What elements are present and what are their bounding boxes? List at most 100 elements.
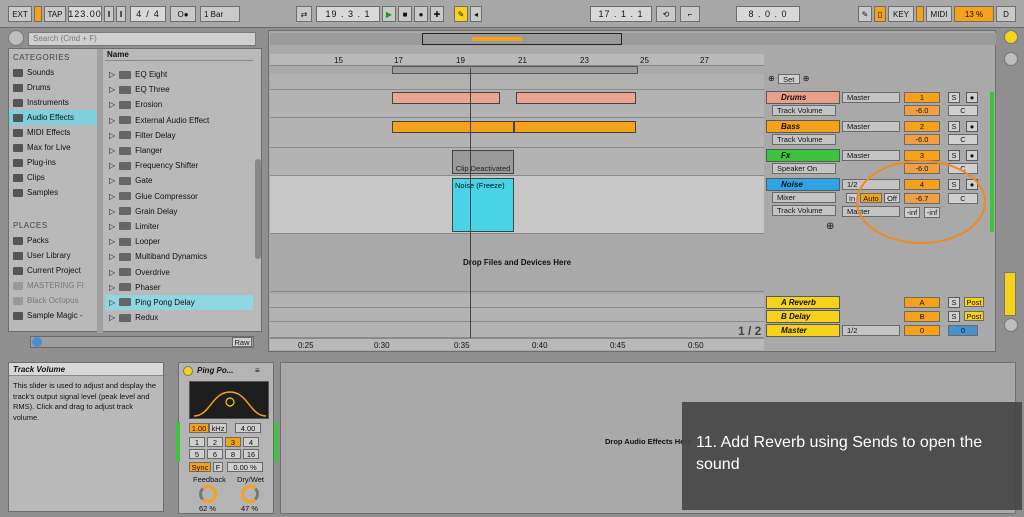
expand-icon[interactable]: ▷ — [109, 70, 115, 79]
beat-division-8[interactable]: 8 — [225, 449, 241, 459]
browser-toggle-icon[interactable] — [8, 30, 24, 46]
noise-lane[interactable] — [270, 176, 764, 234]
arm-button[interactable]: ● — [966, 121, 978, 132]
list-item[interactable]: ▷ External Audio Effect — [105, 113, 253, 128]
tempo-field[interactable]: 123.00 — [68, 6, 102, 22]
category-midi-effects[interactable]: MIDI Effects — [9, 125, 97, 140]
browser-splitter[interactable] — [97, 49, 103, 333]
beat-division-4[interactable]: 4 — [243, 437, 259, 447]
list-item[interactable]: ▷ Erosion — [105, 97, 253, 112]
record-icon[interactable]: ● — [414, 6, 428, 22]
expand-icon[interactable]: ▷ — [109, 207, 115, 216]
category-sounds[interactable]: Sounds — [9, 65, 97, 80]
category-max-for-live[interactable]: Max for Live — [9, 140, 97, 155]
list-item[interactable]: ▷ Multiband Dynamics — [105, 249, 253, 264]
track-activator[interactable]: A — [904, 297, 940, 308]
overview-toggle-icon[interactable] — [1004, 30, 1018, 44]
noise-freeze-clip[interactable]: Noise (Freeze) — [452, 178, 514, 232]
tap-tempo-button[interactable]: TAP — [44, 6, 66, 22]
arm-button[interactable]: ● — [966, 92, 978, 103]
category-samples[interactable]: Samples — [9, 185, 97, 200]
track-header-a-reverb[interactable]: A Reverb — [766, 296, 840, 309]
expand-icon[interactable]: ▷ — [109, 131, 115, 140]
reverb-return-lane[interactable] — [270, 294, 764, 308]
ext-sync-button[interactable]: EXT — [8, 6, 32, 22]
track-header-master[interactable]: Master — [766, 324, 840, 337]
stop-icon[interactable]: ■ — [398, 6, 412, 22]
place-mastering[interactable]: MASTERING FI — [9, 278, 97, 293]
track-header-fx[interactable]: Fx — [766, 149, 840, 162]
beat-division-5[interactable]: 5 — [189, 449, 205, 459]
track-activator[interactable]: B — [904, 311, 940, 322]
solo-button[interactable]: S — [948, 121, 960, 132]
list-item[interactable]: ▷ Looper — [105, 234, 253, 249]
preview-icon[interactable] — [32, 337, 42, 347]
expand-icon[interactable]: ▷ — [109, 283, 115, 292]
automation-arm-icon[interactable]: ✎ — [454, 6, 468, 22]
track-header-bass[interactable]: Bass — [766, 120, 840, 133]
expand-icon[interactable]: ▷ — [109, 85, 115, 94]
place-black-octopus[interactable]: Black Octopus — [9, 293, 97, 308]
output-routing[interactable]: Master — [842, 92, 900, 103]
freeze-button[interactable]: F — [213, 462, 223, 472]
list-item[interactable]: ▷ Limiter — [105, 219, 253, 234]
category-clips[interactable]: Clips — [9, 170, 97, 185]
loop-switch-icon[interactable]: ⟲ — [656, 6, 676, 22]
expand-icon[interactable]: ▷ — [109, 298, 115, 307]
add-locator-icon[interactable]: ⊕ — [768, 74, 775, 84]
expand-icon[interactable]: ▷ — [109, 176, 115, 185]
expand-icon[interactable]: ▷ — [109, 313, 115, 322]
beat-division-2[interactable]: 2 — [207, 437, 223, 447]
raw-button[interactable]: Raw — [232, 337, 252, 347]
set-locator-button[interactable]: Set — [777, 74, 800, 84]
automation-chooser[interactable]: Track Volume — [772, 105, 836, 116]
list-item[interactable]: ▷ Grain Delay — [105, 204, 253, 219]
list-item[interactable]: ▷ Flanger — [105, 143, 253, 158]
track-header-noise[interactable]: Noise — [766, 178, 840, 191]
pan-knob[interactable]: C — [948, 105, 978, 116]
output-routing[interactable]: Master — [842, 150, 900, 161]
category-instruments[interactable]: Instruments — [9, 95, 97, 110]
category-plugins[interactable]: Plug-ins — [9, 155, 97, 170]
quantize-menu[interactable]: 1 Bar — [200, 6, 240, 22]
solo-button[interactable]: S — [948, 150, 960, 161]
drums-clip[interactable] — [516, 92, 636, 104]
list-item[interactable]: ▷ Frequency Shifter — [105, 158, 253, 173]
list-item[interactable]: ▷ EQ Three — [105, 82, 253, 97]
master-volume[interactable]: 0 — [948, 325, 978, 336]
expand-icon[interactable]: ▷ — [109, 192, 115, 201]
metronome-button[interactable]: O● — [170, 6, 196, 22]
track-header-b-delay[interactable]: B Delay — [766, 310, 840, 323]
sync-button[interactable]: Sync — [189, 462, 211, 472]
time-ruler[interactable]: 0:25 0:30 0:35 0:40 0:45 0:50 — [270, 338, 764, 350]
expand-icon[interactable]: ▷ — [109, 222, 115, 231]
device-menu-icon[interactable]: ≡ — [255, 366, 269, 375]
post-button[interactable]: Post — [964, 297, 984, 307]
place-current-project[interactable]: Current Project — [9, 263, 97, 278]
solo-button[interactable]: S — [948, 297, 960, 308]
device-on-icon[interactable] — [183, 366, 193, 376]
list-item[interactable]: ▷ Gate — [105, 173, 253, 188]
track-activator[interactable]: 1 — [904, 92, 940, 103]
list-item[interactable]: ▷ Glue Compressor — [105, 189, 253, 204]
offset-field[interactable]: 0.00 % — [227, 462, 263, 472]
category-audio-effects[interactable]: Audio Effects — [9, 110, 97, 125]
fx-lane[interactable] — [270, 148, 764, 176]
play-icon[interactable]: ▶ — [382, 6, 396, 22]
beat-division-16[interactable]: 16 — [243, 449, 259, 459]
overdub-icon[interactable]: ✚ — [430, 6, 444, 22]
list-item[interactable]: ▷ Redux — [105, 310, 253, 325]
bass-clip[interactable] — [392, 121, 514, 133]
beat-division-6[interactable]: 6 — [207, 449, 223, 459]
drums-clip[interactable] — [392, 92, 500, 104]
mixer-section-toggles[interactable] — [1004, 272, 1016, 316]
place-sample-magic[interactable]: Sample Magic - — [9, 308, 97, 323]
nudge-down-icon[interactable]: ‖ — [104, 6, 114, 22]
preview-waveform[interactable] — [30, 336, 254, 348]
volume-slider[interactable]: -6.0 — [904, 134, 940, 145]
loop-length-field[interactable]: 8 . 0 . 0 — [736, 6, 800, 22]
track-activator[interactable]: 2 — [904, 121, 940, 132]
beat-ruler[interactable]: 15 17 19 21 23 25 27 — [270, 54, 764, 66]
feedback-knob[interactable] — [199, 485, 217, 503]
list-item[interactable]: ▷ Overdrive — [105, 264, 253, 279]
